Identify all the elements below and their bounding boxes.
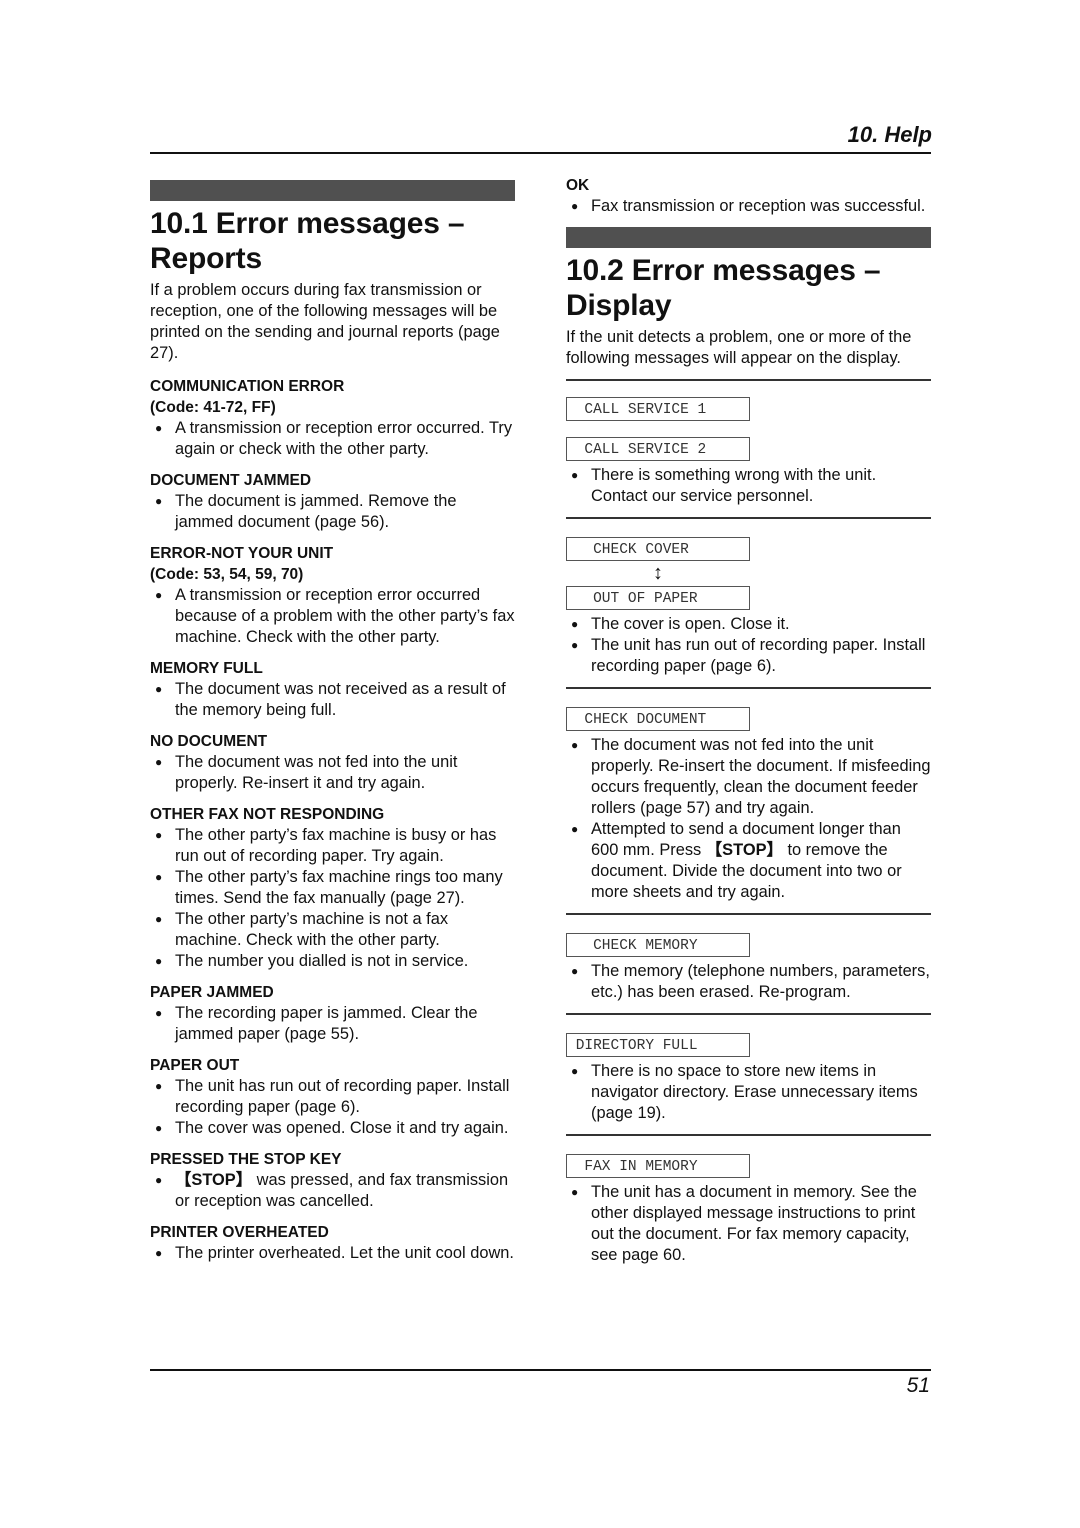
alternating-arrow-icon: ↕ bbox=[653, 562, 663, 584]
section-error-display: 10.2 Error messages – Display If the uni… bbox=[566, 227, 931, 1266]
bullet-item: The document is jammed. Remove the jamme… bbox=[150, 491, 515, 533]
message-title: MEMORY FULL bbox=[150, 660, 263, 677]
message-ok: OK Fax transmission or reception was suc… bbox=[566, 175, 931, 217]
message-error-not-your-unit: ERROR-NOT YOUR UNIT (Code: 53, 54, 59, 7… bbox=[150, 543, 515, 648]
message-communication-error: COMMUNICATION ERROR (Code: 41-72, FF) A … bbox=[150, 376, 515, 460]
bullet-item: 【STOP】 was pressed, and fax transmission… bbox=[150, 1170, 515, 1212]
bullet-item: There is something wrong with the unit. … bbox=[566, 465, 931, 507]
bullet-item: The document was not fed into the unit p… bbox=[566, 735, 931, 819]
message-title: DOCUMENT JAMMED bbox=[150, 472, 312, 489]
bullet-item: The recording paper is jammed. Clear the… bbox=[150, 1003, 515, 1045]
message-title: PAPER OUT bbox=[150, 1057, 240, 1074]
divider bbox=[566, 687, 931, 689]
section-intro: If a problem occurs during fax transmiss… bbox=[150, 281, 500, 362]
lcd-message: CHECK DOCUMENT bbox=[566, 707, 750, 731]
bullet-item: The cover is open. Close it. bbox=[566, 614, 931, 635]
display-group-directory-full: DIRECTORY FULL There is no space to stor… bbox=[566, 1033, 931, 1124]
message-other-fax-not-responding: OTHER FAX NOT RESPONDING The other party… bbox=[150, 804, 515, 972]
bullet-item: Fax transmission or reception was succes… bbox=[566, 196, 931, 217]
footer-rule bbox=[150, 1369, 931, 1371]
header-rule bbox=[150, 152, 931, 154]
stop-key-label: 【STOP】 bbox=[175, 1171, 253, 1189]
divider bbox=[566, 913, 931, 915]
bullet-item: The printer overheated. Let the unit coo… bbox=[150, 1243, 515, 1264]
section-intro: If the unit detects a problem, one or mo… bbox=[566, 328, 912, 367]
message-title: ERROR-NOT YOUR UNIT bbox=[150, 545, 334, 562]
lcd-message: OUT OF PAPER bbox=[566, 586, 750, 610]
right-column: OK Fax transmission or reception was suc… bbox=[566, 175, 931, 1266]
chapter-header: 10. Help bbox=[847, 122, 932, 147]
message-code: (Code: 53, 54, 59, 70) bbox=[150, 566, 304, 583]
message-pressed-stop-key: PRESSED THE STOP KEY 【STOP】 was pressed,… bbox=[150, 1149, 515, 1212]
section-title: 10.1 Error messages – Reports bbox=[150, 206, 515, 276]
section-title: 10.2 Error messages – Display bbox=[566, 253, 931, 323]
bullet-item: The number you dialled is not in service… bbox=[150, 951, 515, 972]
section-title-line1: 10.1 Error messages – bbox=[150, 207, 465, 240]
message-code: (Code: 41-72, FF) bbox=[150, 399, 276, 416]
display-group-check-cover: CHECK COVER ↕ OUT OF PAPER The cover is … bbox=[566, 537, 931, 677]
stop-key-label: 【STOP】 bbox=[705, 841, 783, 859]
message-title: NO DOCUMENT bbox=[150, 733, 268, 750]
display-group-fax-in-memory: FAX IN MEMORY The unit has a document in… bbox=[566, 1154, 931, 1266]
bullet-item: The cover was opened. Close it and try a… bbox=[150, 1118, 515, 1139]
section-error-reports: 10.1 Error messages – Reports If a probl… bbox=[150, 180, 515, 1264]
message-title: COMMUNICATION ERROR bbox=[150, 378, 345, 395]
section-title-line2: Reports bbox=[150, 242, 262, 275]
bullet-item: The document was not fed into the unit p… bbox=[150, 752, 515, 794]
bullet-item: Attempted to send a document longer than… bbox=[566, 819, 931, 903]
section-title-line2: Display bbox=[566, 289, 672, 322]
message-title: OTHER FAX NOT RESPONDING bbox=[150, 806, 385, 823]
bullet-item: The unit has a document in memory. See t… bbox=[566, 1182, 931, 1266]
divider bbox=[566, 1134, 931, 1136]
message-paper-out: PAPER OUT The unit has run out of record… bbox=[150, 1055, 515, 1139]
lcd-message: CALL SERVICE 1 bbox=[566, 397, 750, 421]
message-document-jammed: DOCUMENT JAMMED The document is jammed. … bbox=[150, 470, 515, 533]
message-title: PRINTER OVERHEATED bbox=[150, 1224, 329, 1241]
message-printer-overheated: PRINTER OVERHEATED The printer overheate… bbox=[150, 1222, 515, 1264]
bullet-item: The other party’s fax machine rings too … bbox=[150, 867, 515, 909]
message-title: PAPER JAMMED bbox=[150, 984, 274, 1001]
bullet-item: A transmission or reception error occurr… bbox=[150, 585, 515, 648]
message-title: OK bbox=[566, 177, 590, 194]
lcd-message: DIRECTORY FULL bbox=[566, 1033, 750, 1057]
lcd-message: CHECK MEMORY bbox=[566, 933, 750, 957]
section-bar bbox=[566, 227, 931, 248]
bullet-item: The document was not received as a resul… bbox=[150, 679, 515, 721]
divider bbox=[566, 517, 931, 519]
bullet-item: There is no space to store new items in … bbox=[566, 1061, 931, 1124]
message-memory-full: MEMORY FULL The document was not receive… bbox=[150, 658, 515, 721]
section-bar bbox=[150, 180, 515, 201]
lcd-message: FAX IN MEMORY bbox=[566, 1154, 750, 1178]
divider bbox=[566, 379, 931, 381]
display-group-call-service: CALL SERVICE 1 CALL SERVICE 2 There is s… bbox=[566, 397, 931, 507]
lcd-message: CALL SERVICE 2 bbox=[566, 437, 750, 461]
bullet-item: A transmission or reception error occurr… bbox=[150, 418, 515, 460]
page-number: 51 bbox=[906, 1374, 930, 1397]
bullet-item: The unit has run out of recording paper.… bbox=[566, 635, 931, 677]
display-group-check-memory: CHECK MEMORY The memory (telephone numbe… bbox=[566, 933, 931, 1003]
divider bbox=[566, 1013, 931, 1015]
message-no-document: NO DOCUMENT The document was not fed int… bbox=[150, 731, 515, 794]
bullet-item: The other party’s machine is not a fax m… bbox=[150, 909, 515, 951]
display-group-check-document: CHECK DOCUMENT The document was not fed … bbox=[566, 707, 931, 903]
bullet-item: The unit has run out of recording paper.… bbox=[150, 1076, 515, 1118]
message-title: PRESSED THE STOP KEY bbox=[150, 1151, 342, 1168]
message-paper-jammed: PAPER JAMMED The recording paper is jamm… bbox=[150, 982, 515, 1045]
bullet-item: The other party’s fax machine is busy or… bbox=[150, 825, 515, 867]
lcd-message: CHECK COVER bbox=[566, 537, 750, 561]
section-title-line1: 10.2 Error messages – bbox=[566, 254, 881, 287]
bullet-item: The memory (telephone numbers, parameter… bbox=[566, 961, 931, 1003]
